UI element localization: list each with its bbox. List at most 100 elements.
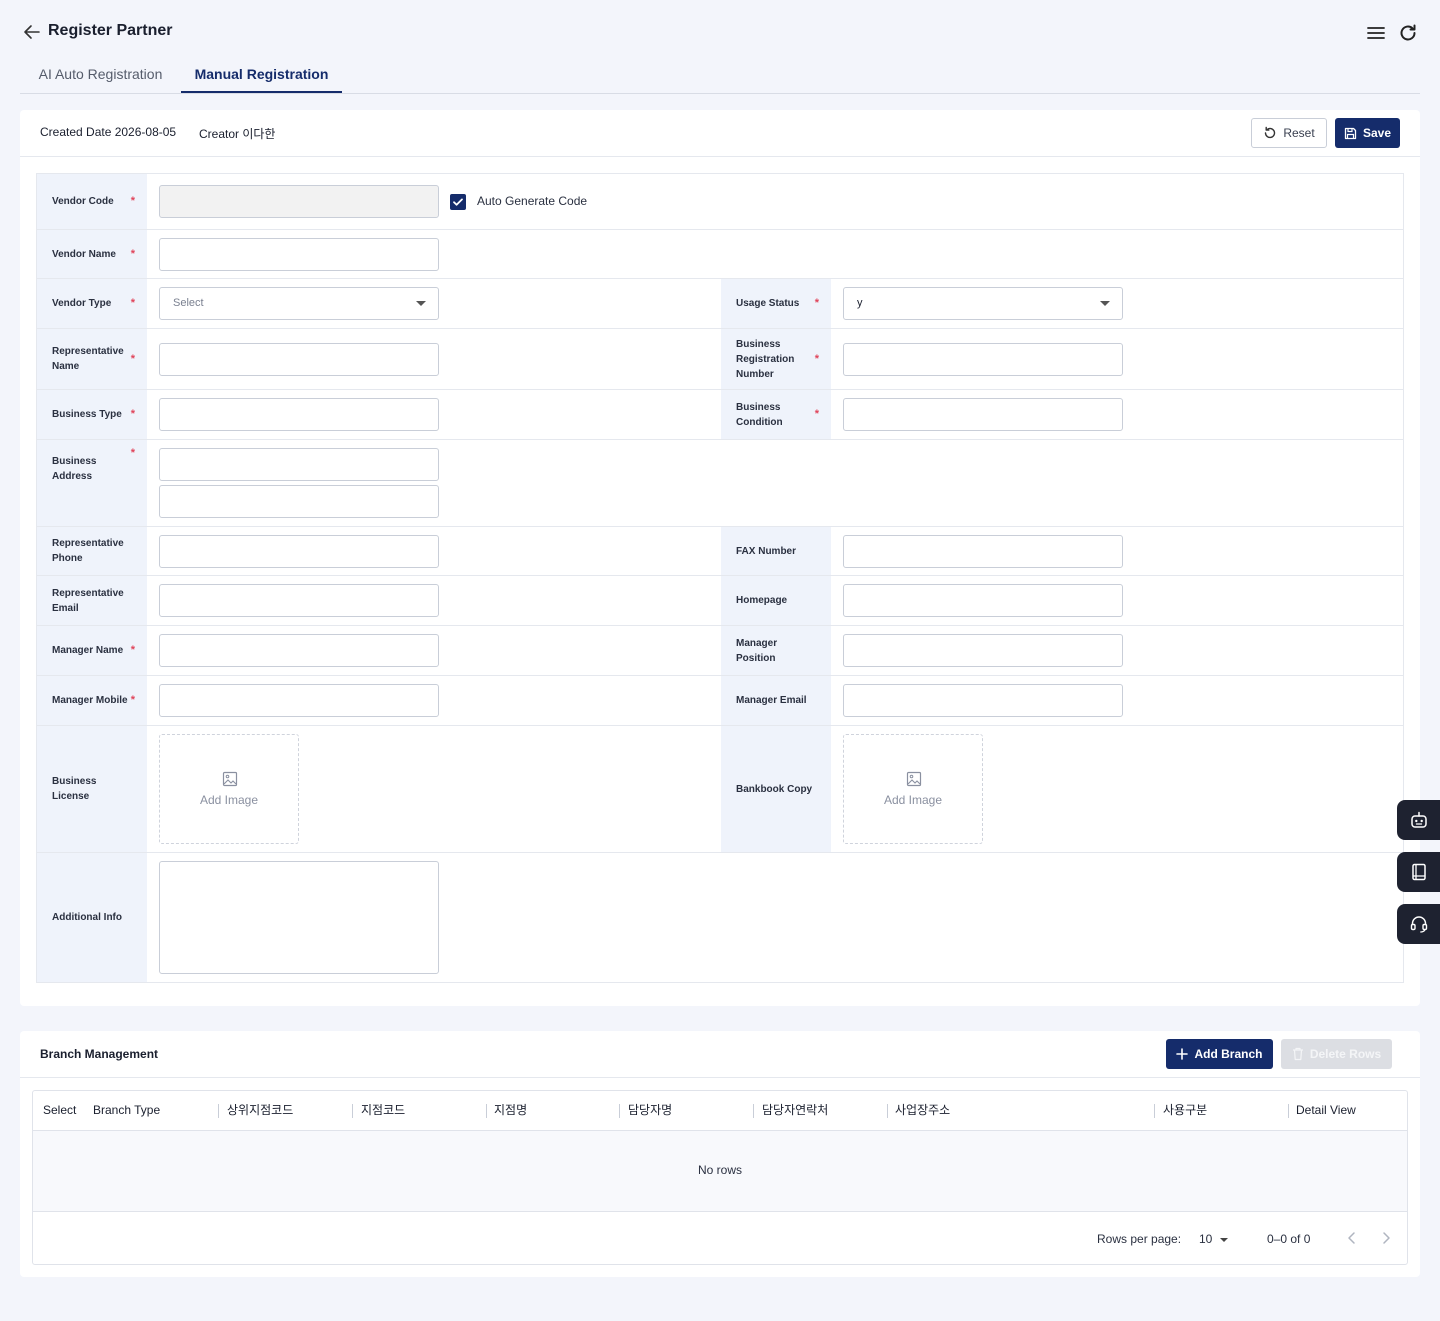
vendor-name-input[interactable]: [159, 238, 439, 271]
homepage-input[interactable]: [843, 584, 1123, 617]
usage-status-select[interactable]: y: [843, 287, 1123, 320]
biz-type-label: Business Type *: [37, 390, 147, 439]
row-additional-info: Additional Info: [37, 853, 1403, 982]
add-image-label: Add Image: [199, 793, 259, 807]
manual-book-button[interactable]: [1397, 852, 1440, 892]
back-arrow-icon[interactable]: [22, 22, 42, 42]
biz-condition-input[interactable]: [843, 398, 1123, 431]
add-image-label: Add Image: [883, 793, 943, 807]
required-mark: *: [814, 408, 819, 420]
bankbook-upload[interactable]: Add Image: [843, 734, 983, 844]
additional-info-textarea[interactable]: [159, 861, 439, 974]
book-icon: [1411, 863, 1426, 881]
biz-address-label: Business Address *: [37, 440, 147, 526]
column-branch-type[interactable]: Branch Type: [83, 1091, 160, 1131]
reset-button[interactable]: Reset: [1251, 118, 1327, 148]
fax-label-text: FAX Number: [736, 545, 797, 557]
grid-body: No rows: [33, 1131, 1407, 1212]
add-branch-label: Add Branch: [1194, 1047, 1263, 1061]
biz-reg-no-input[interactable]: [843, 343, 1123, 376]
usage-status-value: y: [857, 297, 863, 309]
manager-position-label: Manager Position: [721, 626, 831, 675]
chevron-left-icon[interactable]: [1343, 1229, 1361, 1247]
auto-generate-checkbox[interactable]: [450, 194, 466, 210]
image-icon: [906, 771, 922, 787]
manager-email-input[interactable]: [843, 684, 1123, 717]
delete-rows-label: Delete Rows: [1309, 1047, 1382, 1061]
save-label: Save: [1362, 126, 1392, 140]
rep-email-input[interactable]: [159, 584, 439, 617]
row-vendor-type: Vendor Type * Select Usage Status * y: [37, 279, 1403, 329]
manager-position-input[interactable]: [843, 634, 1123, 667]
biz-reg-no-label-text: Business Registration Number: [736, 338, 795, 380]
pagination: Rows per page: 10 0–0 of 0: [33, 1213, 1407, 1265]
column-manager-name[interactable]: 담당자명: [618, 1091, 672, 1131]
reset-label: Reset: [1283, 126, 1315, 140]
required-mark: *: [130, 694, 135, 706]
biz-type-label-text: Business Type: [52, 409, 122, 420]
branch-grid: Select Branch Type 상위지점코드 지점코드 지점명 담당자명 …: [32, 1090, 1408, 1265]
ai-assistant-button[interactable]: [1397, 800, 1440, 840]
manager-name-input[interactable]: [159, 634, 439, 667]
meta-bar: Created Date 2026-08-05 Creator 이다한 Rese…: [20, 110, 1420, 157]
rows-per-page-label: Rows per page:: [1097, 1232, 1182, 1246]
required-mark: *: [814, 352, 819, 365]
chevron-right-icon[interactable]: [1377, 1229, 1395, 1247]
row-vendor-name: Vendor Name *: [37, 230, 1403, 279]
row-manager-mobile: Manager Mobile * Manager Email: [37, 676, 1403, 726]
branch-title: Branch Management: [40, 1047, 159, 1061]
rep-name-input[interactable]: [159, 343, 439, 376]
bankbook-label: Bankbook Copy: [721, 726, 831, 852]
biz-address-line1-input[interactable]: [159, 448, 439, 481]
rows-per-page-select[interactable]: 10: [1199, 1232, 1212, 1246]
auto-generate-label: Auto Generate Code: [477, 194, 588, 208]
manager-mobile-label-text: Manager Mobile: [52, 695, 128, 706]
biz-address-label-text: Business Address: [52, 456, 97, 482]
menu-icon[interactable]: [1365, 22, 1387, 44]
fax-input[interactable]: [843, 535, 1123, 568]
homepage-label: Homepage: [721, 576, 831, 625]
row-representative-name: Representative Name * Business Registrati…: [37, 329, 1403, 390]
usage-status-label-text: Usage Status: [736, 298, 800, 309]
vendor-name-label: Vendor Name *: [37, 230, 147, 278]
biz-type-input[interactable]: [159, 398, 439, 431]
manager-mobile-input[interactable]: [159, 684, 439, 717]
tab-ai-auto-registration[interactable]: AI Auto Registration: [20, 56, 181, 93]
vendor-code-label-text: Vendor Code: [52, 196, 114, 207]
chevron-down-icon: [1100, 301, 1110, 306]
rep-phone-label-text: Representative Phone: [52, 538, 124, 564]
biz-address-line2-input[interactable]: [159, 485, 439, 518]
headset-icon: [1410, 916, 1427, 933]
column-usage-type[interactable]: 사용구분: [1153, 1091, 1207, 1131]
image-icon: [222, 771, 238, 787]
column-branch-name[interactable]: 지점명: [484, 1091, 527, 1131]
delete-rows-button[interactable]: Delete Rows: [1281, 1039, 1392, 1069]
add-branch-button[interactable]: Add Branch: [1166, 1039, 1273, 1069]
row-manager-name: Manager Name * Manager Position: [37, 626, 1403, 676]
biz-condition-label-text: Business Condition: [736, 401, 783, 428]
column-manager-contact[interactable]: 담당자연락처: [752, 1091, 828, 1131]
vendor-code-input[interactable]: [159, 185, 439, 218]
biz-license-label: Business License: [37, 726, 147, 852]
chevron-down-icon: [416, 301, 426, 306]
tab-bar: AI Auto Registration Manual Registration: [20, 56, 1420, 94]
grid-header: Select Branch Type 상위지점코드 지점코드 지점명 담당자명 …: [33, 1091, 1407, 1131]
column-detail-view[interactable]: Detail View: [1286, 1091, 1356, 1131]
biz-license-upload[interactable]: Add Image: [159, 734, 299, 844]
homepage-label-text: Homepage: [736, 595, 788, 606]
column-branch-code[interactable]: 지점코드: [351, 1091, 405, 1131]
column-parent-branch-code[interactable]: 상위지점코드: [217, 1091, 293, 1131]
chevron-down-icon[interactable]: [1220, 1238, 1228, 1242]
required-mark: *: [130, 247, 135, 260]
support-headset-button[interactable]: [1397, 904, 1440, 944]
column-business-address[interactable]: 사업장주소: [885, 1091, 950, 1131]
column-select[interactable]: Select: [33, 1091, 76, 1131]
required-mark: *: [130, 447, 135, 459]
rep-phone-input[interactable]: [159, 535, 439, 568]
refresh-icon[interactable]: [1397, 22, 1419, 44]
tab-manual-registration[interactable]: Manual Registration: [181, 56, 342, 93]
vendor-type-select[interactable]: Select: [159, 287, 439, 320]
pagination-range: 0–0 of 0: [1267, 1232, 1311, 1246]
required-mark: *: [130, 352, 135, 365]
save-button[interactable]: Save: [1335, 118, 1400, 148]
